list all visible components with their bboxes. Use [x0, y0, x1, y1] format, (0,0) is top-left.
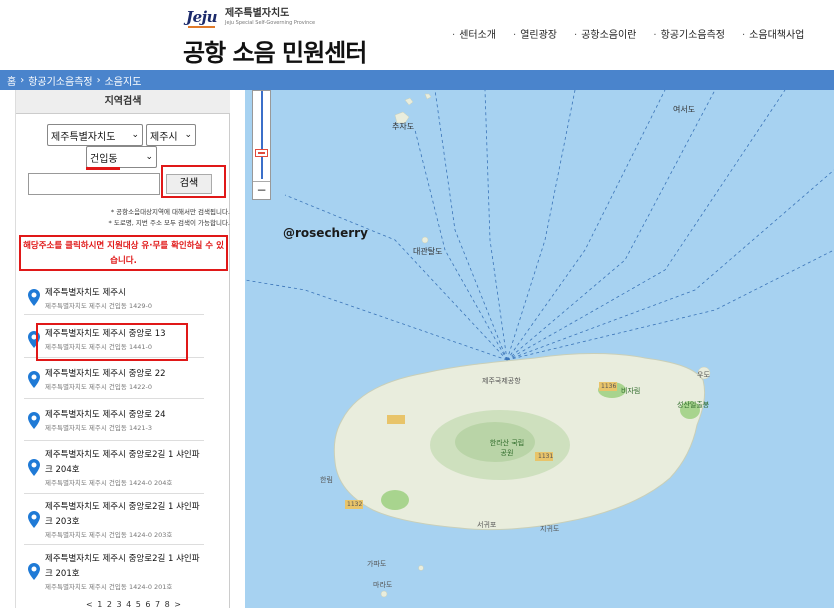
map-pin-icon [28, 511, 40, 528]
map-label-daegwan: 대관탈도 [413, 247, 443, 256]
pagination[interactable]: < 1 2 3 4 5 6 7 8 > [86, 600, 182, 608]
list-item[interactable]: 제주특별자치도 제주시 중앙로 24 제주특별자치도 제주시 건입동 1421-… [24, 399, 204, 441]
map-label-seongsan: 성산일출봉 [677, 401, 710, 409]
highlight-box-result [36, 323, 188, 361]
map-label-marado: 마라도 [373, 581, 393, 589]
province-select[interactable]: 제주특별자치도 ⌄ [47, 124, 143, 146]
logo-english-text: Jeju Special Self-Governing Province [224, 20, 316, 26]
noise-map[interactable]: − @rosecherry 추자도 대관탈도 여서도 제주국제공항 한라산 국립… [245, 90, 834, 608]
zoom-slider-handle[interactable] [255, 149, 268, 157]
chevron-down-icon: ⌄ [145, 152, 153, 162]
city-select[interactable]: 제주시 ⌄ [146, 124, 196, 146]
watermark-text: @rosecherry [283, 226, 368, 240]
site-logo[interactable]: Jeju 제주특별자치도 Jeju Special Self-Governing… [186, 8, 316, 28]
list-item[interactable]: 제주특별자치도 제주시 제주특별자치도 제주시 건입동 1429-0 [24, 277, 204, 315]
dong-select[interactable]: 건입동 ⌄ [86, 146, 157, 168]
chevron-right-icon: › [96, 74, 101, 86]
road-label-1131: 1131 [538, 453, 554, 460]
nav-item-airport-noise[interactable]: 공항소음이란 [574, 26, 636, 41]
chevron-down-icon: ⌄ [131, 130, 139, 140]
warning-notice: 해당주소를 클릭하시면 지원대상 유·무를 확인하실 수 있습니다. [19, 235, 228, 271]
chevron-down-icon: ⌄ [184, 130, 192, 140]
nav-item-open-forum[interactable]: 열린광장 [513, 26, 557, 41]
park-area [381, 490, 409, 510]
list-item[interactable]: 제주특별자치도 제주시 중앙로2길 1 샤인파크 204호 제주특별자치도 제주… [24, 441, 204, 494]
zoom-out-button[interactable]: − [253, 181, 270, 199]
breadcrumb-noise-measurement[interactable]: 항공기소음측정 [28, 73, 92, 88]
site-header: Jeju 제주특별자치도 Jeju Special Self-Governing… [0, 0, 834, 70]
nav-item-noise-projects[interactable]: 소음대책사업 [742, 26, 804, 41]
map-label-chuja: 추자도 [392, 122, 415, 131]
map-pin-icon [28, 563, 40, 580]
zoom-control[interactable]: − [252, 90, 271, 200]
region-search-panel: 지역검색 제주특별자치도 ⌄ 제주시 ⌄ 건입동 ⌄ 검색 * 공항소음대상지역… [15, 90, 230, 608]
breadcrumb-noise-map[interactable]: 소음지도 [105, 73, 142, 88]
highlight-box-search [161, 165, 226, 198]
map-label-bijarim: 비자림 [621, 387, 641, 395]
list-item[interactable]: 제주특별자치도 제주시 중앙로 22 제주특별자치도 제주시 건입동 1422-… [24, 358, 204, 399]
map-label-hallasan: 한라산 국립공원 [489, 439, 525, 457]
map-pin-icon [28, 459, 40, 476]
map-label-yeoseo: 여서도 [673, 105, 696, 114]
search-input[interactable] [28, 173, 160, 195]
breadcrumb: 홈 › 항공기소음측정 › 소음지도 [0, 70, 834, 90]
map-label-gapado: 가파도 [367, 560, 387, 568]
nav-item-noise-measurement[interactable]: 항공기소음측정 [653, 26, 725, 41]
map-label-udo: 우도 [697, 371, 710, 379]
logo-mark: Jeju [186, 8, 217, 28]
map-pin-icon [28, 371, 40, 388]
road-label-1132: 1132 [347, 501, 363, 508]
breadcrumb-home[interactable]: 홈 [7, 73, 16, 88]
map-label-hallim: 한림 [320, 476, 333, 484]
list-item[interactable]: 제주특별자치도 제주시 중앙로2길 1 샤인파크 203호 제주특별자치도 제주… [24, 494, 204, 545]
nav-item-center-intro[interactable]: 센터소개 [452, 26, 496, 41]
highlight-underline [86, 167, 120, 170]
search-notes: * 공항소음대상지역에 대해서만 검색됩니다. * 도로명, 지번 주소 모두 … [108, 208, 230, 227]
main-nav: 센터소개 열린광장 공항소음이란 항공기소음측정 소음대책사업 [452, 26, 821, 41]
list-item[interactable]: 제주특별자치도 제주시 중앙로2길 1 샤인파크 201호 제주특별자치도 제주… [24, 545, 204, 597]
map-label-jeju-airport: 제주국제공항 [482, 377, 521, 385]
map-pin-icon [28, 412, 40, 429]
logo-korean-text: 제주특별자치도 [224, 8, 290, 19]
panel-title: 지역검색 [16, 90, 230, 114]
site-title: 공항 소음 민원센터 [183, 39, 367, 67]
map-pin-icon [28, 289, 40, 306]
map-label-seogwipo: 서귀포 [477, 521, 497, 529]
map-label-jido: 지귀도 [540, 525, 560, 533]
chevron-right-icon: › [20, 74, 25, 86]
flight-routes [245, 90, 834, 361]
road-label-1136: 1136 [601, 383, 617, 390]
